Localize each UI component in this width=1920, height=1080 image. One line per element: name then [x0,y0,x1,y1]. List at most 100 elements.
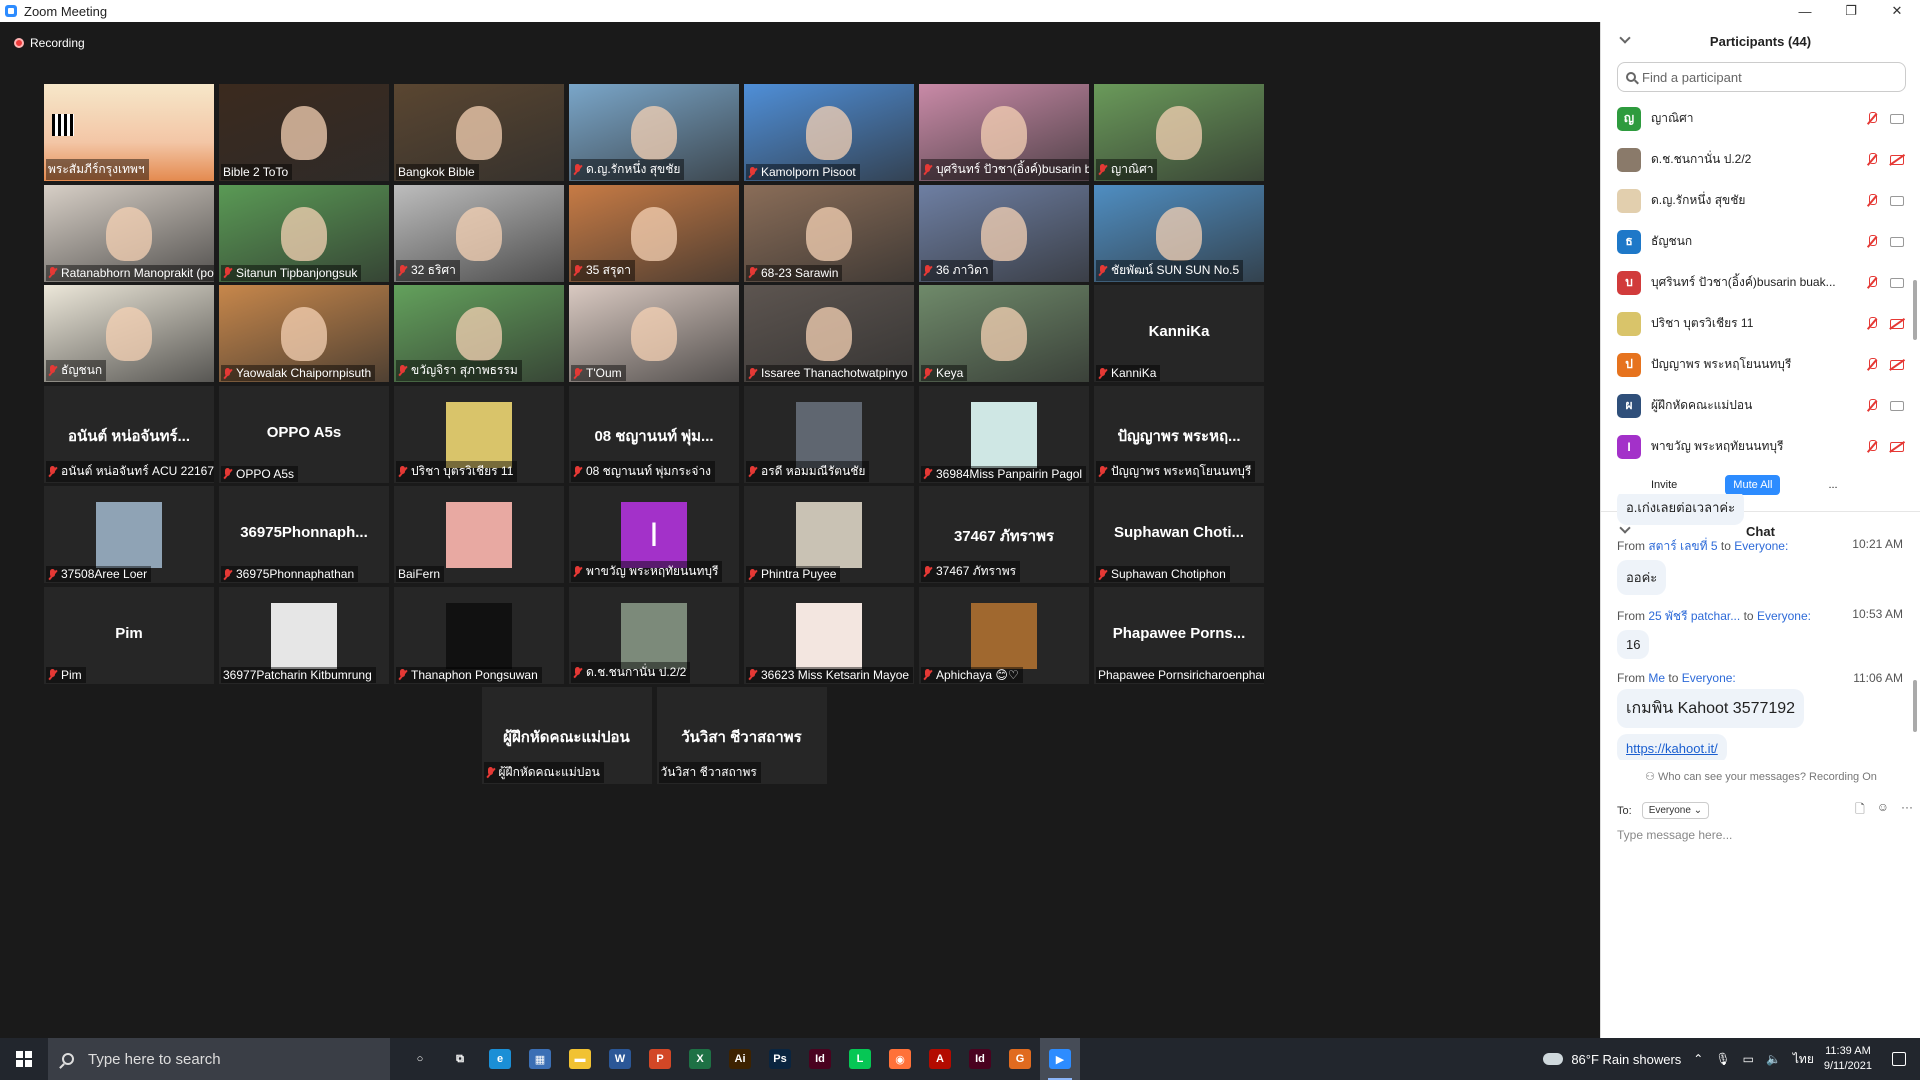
participant-tile[interactable]: 36977Patcharin Kitbumrung [219,586,389,684]
participant-row[interactable]: ด.ช.ชนกานั่น ป.2/2 [1617,139,1908,180]
participant-search-input[interactable]: Find a participant [1617,62,1906,92]
chat-message-input[interactable]: Type message here... [1617,828,1732,842]
participant-tile[interactable]: Yaowalak Chaipornpisuth [219,285,389,382]
participant-tile[interactable]: Issaree Thanachotwatpinyo [744,285,914,382]
mute-all-button[interactable]: Mute All [1725,475,1781,495]
participant-row[interactable]: ญ ญาณิศา [1617,98,1908,139]
notification-icon[interactable] [1892,1052,1906,1066]
participant-tile[interactable]: ธัญชนก [44,285,214,382]
more-options-button[interactable]: ... [1820,475,1845,495]
zoom-taskbar-button[interactable]: ▶ [1040,1038,1080,1080]
indesign2-taskbar-button[interactable]: Id [960,1038,1000,1080]
muted-mic-icon[interactable] [1866,276,1878,289]
grammarly-taskbar-button[interactable]: G [1000,1038,1040,1080]
cortana-taskbar-button[interactable]: ○ [400,1038,440,1080]
recording-indicator[interactable]: Recording [14,36,85,50]
chat-target[interactable]: Everyone: [1682,671,1736,685]
muted-mic-icon[interactable] [1866,112,1878,125]
participant-tile[interactable]: ชัยพัฒน์ SUN SUN No.5 [1094,184,1264,282]
camera-icon[interactable] [1890,114,1904,124]
chat-target[interactable]: Everyone: [1757,609,1811,623]
camera-off-icon[interactable] [1890,360,1904,370]
participant-tile[interactable]: วันวิสา ชีวาสถาพร วันวิสา ชีวาสถาพร [656,687,827,784]
participant-tile[interactable]: พระสัมภีร์กรุงเทพฯ [44,84,214,181]
participant-tile[interactable]: ด.ช.ชนกานั่น ป.2/2 [569,586,739,684]
participant-tile[interactable]: ผู้ฝึกหัดคณะแม่ปอน ผู้ฝึกหัดคณะแม่ปอน [481,687,652,784]
participant-tile[interactable]: ปัญญาพร พระหฤ... ปัญญาพร พระหฤโยนนทบุรี [1094,385,1264,483]
line-taskbar-button[interactable]: L [840,1038,880,1080]
participant-tile[interactable]: Ratanabhorn Manoprakit (pow) [44,184,214,282]
participant-tile[interactable]: T'Oum [569,285,739,382]
participant-tile[interactable]: Suphawan Choti... Suphawan Chotiphon [1094,486,1264,583]
participant-row[interactable]: ป ปัญญาพร พระหฤโยนนทบุรี [1617,344,1908,385]
participant-tile[interactable]: 36975Phonnaph... 36975Phonnaphathan [219,486,389,583]
minimize-button[interactable]: — [1782,0,1828,22]
participant-tile[interactable]: 36 ภาวิดา [919,184,1089,282]
volume-icon[interactable]: 🔈 [1766,1052,1781,1066]
illustrator-taskbar-button[interactable]: Ai [720,1038,760,1080]
restore-button[interactable]: ❐ [1828,0,1874,22]
who-can-see-messages[interactable]: ⚇ Who can see your messages? Recording O… [1601,770,1920,783]
edge-taskbar-button[interactable]: e [480,1038,520,1080]
participant-tile[interactable]: 37467 ภัทราพร 37467 ภัทราพร [919,486,1089,583]
participant-tile[interactable]: Thanaphon Pongsuwan [394,586,564,684]
chat-sender[interactable]: สตาร์ เลขที่ 5 [1648,539,1717,553]
muted-mic-icon[interactable] [1866,440,1878,453]
participant-tile[interactable]: KanniKa KanniKa [1094,285,1264,382]
participant-tile[interactable]: Bangkok Bible [394,84,564,181]
camera-icon[interactable] [1890,278,1904,288]
participant-tile[interactable]: OPPO A5s OPPO A5s [219,385,389,483]
network-icon[interactable]: ▭ [1743,1052,1754,1066]
taskbar-clock[interactable]: 11:39 AM 9/11/2021 [1824,1044,1872,1074]
participant-tile[interactable]: 36984Miss Panpairin Pagol [919,385,1089,483]
participant-tile[interactable]: 35 สรุดา [569,184,739,282]
participant-tile[interactable]: Phapawee Porns... Phapawee Pornsiricharoe… [1094,586,1264,684]
participant-tile[interactable]: ขวัญจิรา สุภาพธรรม [394,285,564,382]
participant-tile[interactable]: 68-23 Sarawin [744,184,914,282]
participant-tile[interactable]: 32 ธริศา [394,184,564,282]
photoshop-taskbar-button[interactable]: Ps [760,1038,800,1080]
collapse-chevron-icon[interactable] [1619,32,1631,44]
powerpoint-taskbar-button[interactable]: P [640,1038,680,1080]
muted-mic-icon[interactable] [1866,194,1878,207]
participant-tile[interactable]: Phintra Puyee [744,486,914,583]
word-taskbar-button[interactable]: W [600,1038,640,1080]
participant-tile[interactable]: Aphichaya 😊♡ [919,586,1089,684]
chat-sender[interactable]: 25 พัชรี patchar... [1648,609,1740,623]
muted-mic-icon[interactable] [1866,358,1878,371]
participant-tile[interactable]: 36623 Miss Ketsarin Mayoe [744,586,914,684]
participant-row[interactable]: ปริชา บุตรวิเชียร 11 [1617,303,1908,344]
chat-scrollbar[interactable] [1913,680,1917,732]
participant-row[interactable]: ด.ญ.รักหนึ่ง สุขชัย [1617,180,1908,221]
start-button[interactable] [0,1038,48,1080]
camera-off-icon[interactable] [1890,442,1904,452]
participant-row[interactable]: บ บุศรินทร์ ปัวชา(อิ้งค์)busarin buak... [1617,262,1908,303]
excel-taskbar-button[interactable]: X [680,1038,720,1080]
participant-tile[interactable]: 37508Aree Loer [44,486,214,583]
participant-tile[interactable]: Sitanun Tipbanjongsuk [219,184,389,282]
participant-tile[interactable]: ปริชา บุตรวิเชียร 11 [394,385,564,483]
emoji-icon[interactable]: ☺ [1877,800,1889,821]
participant-tile[interactable]: บุศรินทร์ ปัวชา(อิ้งค์)busarin bu... [919,84,1089,181]
indesign-taskbar-button[interactable]: Id [800,1038,840,1080]
participant-row[interactable]: I พาขวัญ พระหฤทัยนนทบุรี [1617,426,1908,467]
participant-tile[interactable]: Kamolporn Pisoot [744,84,914,181]
file-icon[interactable]: 🗋 [1855,800,1865,821]
camera-icon[interactable] [1890,196,1904,206]
invite-button[interactable]: Invite [1643,475,1685,495]
participant-tile[interactable]: Pim Pim [44,586,214,684]
participant-tile[interactable]: อนันต์ หน่อจันทร์... อนันต์ หน่อจันทร์ AC… [44,385,214,483]
chevron-up-icon[interactable]: ⌃ [1693,1052,1703,1066]
participant-tile[interactable]: ญาณิศา [1094,84,1264,181]
camera-off-icon[interactable] [1890,319,1904,329]
participant-tile[interactable]: BaiFern [394,486,564,583]
muted-mic-icon[interactable] [1866,317,1878,330]
participant-tile[interactable]: I พาขวัญ พระหฤทัยนนทบุรี [569,486,739,583]
participant-tile[interactable]: อรดี หอมมณีรัตนชัย [744,385,914,483]
chat-sender[interactable]: Me [1648,671,1665,685]
recipient-dropdown[interactable]: Everyone ⌄ [1641,802,1710,819]
participant-tile[interactable]: Keya [919,285,1089,382]
task-view-taskbar-button[interactable]: ⧉ [440,1038,480,1080]
microphone-icon[interactable]: 🎙 [1715,1052,1730,1066]
calculator-taskbar-button[interactable]: ▦ [520,1038,560,1080]
